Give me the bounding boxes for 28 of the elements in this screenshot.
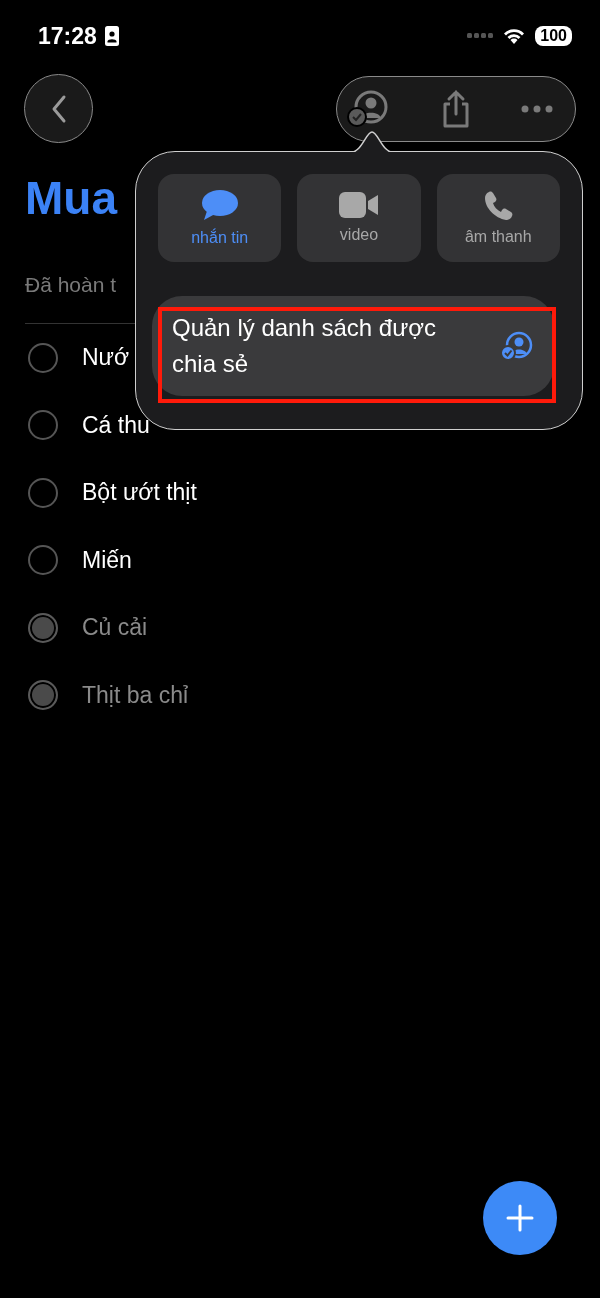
checkbox[interactable] [28, 410, 58, 441]
checkbox[interactable] [28, 545, 58, 576]
video-button[interactable]: video [297, 174, 421, 262]
list-title: Mua [25, 171, 117, 226]
shared-people-icon [500, 331, 534, 361]
item-text: Bột ướt thịt [82, 479, 197, 507]
manage-shared-list-item[interactable]: Quản lý danh sách được chia sẻ [152, 296, 554, 396]
item-text: Nướ [82, 344, 130, 372]
more-icon[interactable] [521, 104, 553, 113]
signal-icon [467, 33, 494, 39]
item-text: Thịt ba chỉ [82, 681, 189, 709]
checkbox[interactable] [28, 680, 58, 711]
battery-icon: 100 [535, 26, 572, 46]
plus-icon [506, 1204, 534, 1232]
item-text: Miến [82, 546, 132, 574]
checkbox[interactable] [28, 477, 58, 508]
item-text: Cá thu [82, 411, 150, 439]
checkbox[interactable] [28, 612, 58, 643]
video-camera-icon [339, 192, 379, 218]
audio-button[interactable]: âm thanh [436, 174, 560, 262]
chat-bubble-icon [200, 189, 239, 221]
item-text: Củ cải [82, 614, 148, 642]
message-button[interactable]: nhắn tin [158, 174, 282, 262]
status-time: 17:28 [38, 22, 97, 50]
checkbox[interactable] [28, 342, 58, 373]
id-card-icon [104, 26, 119, 46]
phone-icon [483, 190, 514, 220]
wifi-icon [502, 27, 527, 45]
